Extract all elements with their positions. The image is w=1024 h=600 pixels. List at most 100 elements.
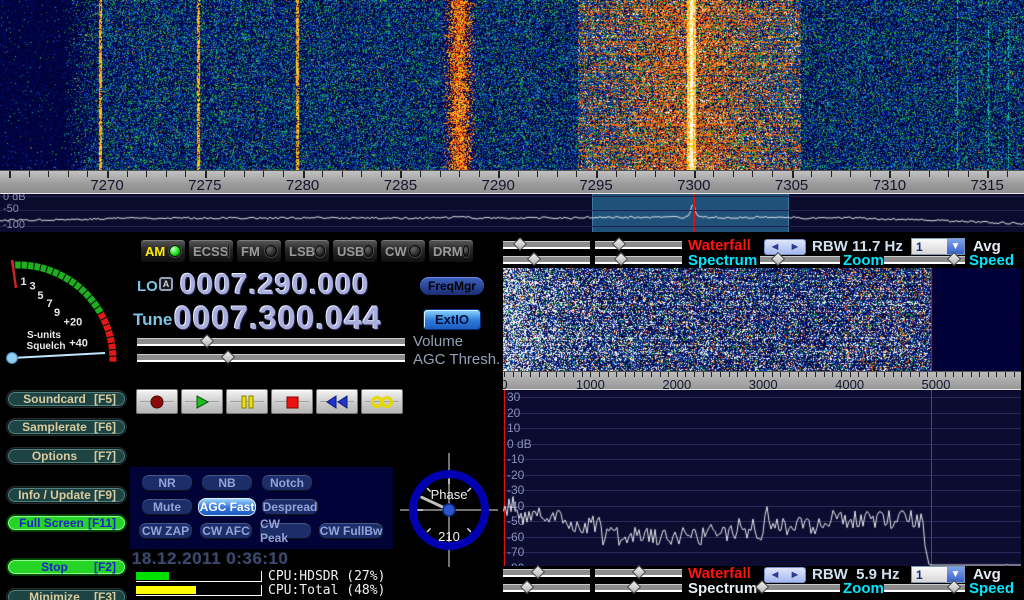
mode-button-ecss[interactable]: ECSS bbox=[188, 239, 234, 263]
samplerate-button[interactable]: Samplerate[F6] bbox=[7, 419, 126, 435]
svg-text:3: 3 bbox=[29, 280, 35, 292]
rbw-spin-control[interactable]: ◄► bbox=[764, 567, 806, 583]
mode-led bbox=[315, 245, 325, 257]
despread-button[interactable]: Despread bbox=[261, 498, 319, 516]
agc-threshold-slider[interactable] bbox=[137, 354, 405, 362]
lo-frequency-display[interactable]: 0007.290.000 bbox=[180, 269, 369, 302]
scale-tick bbox=[1014, 372, 1015, 377]
brightness-slider-2[interactable] bbox=[595, 256, 682, 264]
scale-tick bbox=[576, 171, 577, 177]
full-screen-button[interactable]: Full Screen[F11] bbox=[7, 515, 126, 531]
db-gridline bbox=[0, 196, 1024, 197]
contrast-slider[interactable] bbox=[503, 569, 590, 577]
scale-tick bbox=[361, 171, 362, 177]
scale-tick bbox=[146, 171, 147, 177]
mode-led bbox=[463, 245, 469, 257]
nr-button[interactable]: NR bbox=[141, 474, 193, 492]
speed-slider[interactable] bbox=[884, 584, 965, 592]
arrow-right-icon[interactable]: ► bbox=[790, 241, 801, 253]
info-update-button[interactable]: Info / Update[F9] bbox=[7, 487, 126, 503]
scale-tick bbox=[674, 171, 675, 177]
scale-tick bbox=[660, 372, 661, 377]
volume-slider[interactable] bbox=[137, 338, 405, 346]
scale-tick bbox=[185, 171, 186, 177]
mode-button-fm[interactable]: FM bbox=[236, 239, 282, 263]
minimize-button[interactable]: Minimize[F3] bbox=[7, 589, 126, 600]
scale-tick bbox=[919, 372, 920, 377]
scale-tick bbox=[811, 171, 812, 177]
soundcard-button[interactable]: Soundcard[F5] bbox=[7, 391, 126, 407]
db-gridline bbox=[0, 226, 1024, 227]
arrow-left-icon[interactable]: ◄ bbox=[770, 241, 781, 253]
mode-button-drm[interactable]: DRM bbox=[428, 239, 474, 263]
play-button[interactable] bbox=[181, 389, 223, 414]
freqmgr-button[interactable]: FreqMgr bbox=[420, 277, 484, 295]
scale-tick bbox=[634, 372, 635, 377]
cw-fullbw-button[interactable]: CW FullBw bbox=[318, 522, 384, 540]
scale-tick bbox=[655, 171, 656, 177]
speed-slider[interactable] bbox=[884, 256, 965, 264]
brightness-slider[interactable] bbox=[595, 569, 682, 577]
stop-icon bbox=[282, 394, 302, 410]
record-button[interactable] bbox=[136, 389, 178, 414]
mode-button-usb[interactable]: USB bbox=[332, 239, 378, 263]
audio-display-controls: Waterfall◄►RBW 5.9 Hz1▼AvgSpectrumZoomSp… bbox=[503, 565, 1021, 596]
rf-spectrum-display[interactable]: 0 dB-50-100 bbox=[0, 194, 1024, 232]
scale-tick bbox=[746, 372, 747, 377]
contrast-slider-2[interactable] bbox=[503, 584, 590, 592]
nb-button[interactable]: NB bbox=[201, 474, 253, 492]
contrast-slider[interactable] bbox=[503, 241, 590, 249]
mode-button-lsb[interactable]: LSB bbox=[284, 239, 330, 263]
extio-button[interactable]: ExtIO bbox=[423, 309, 481, 330]
scale-tick bbox=[459, 171, 460, 177]
svg-text:S-units: S-units bbox=[27, 330, 61, 341]
rbw-spin-control[interactable]: ◄► bbox=[764, 239, 806, 255]
mute-button[interactable]: Mute bbox=[141, 498, 193, 516]
scale-tick bbox=[166, 171, 167, 177]
scale-tick bbox=[651, 372, 652, 377]
chevron-down-icon[interactable]: ▼ bbox=[947, 567, 964, 582]
contrast-slider-2[interactable] bbox=[503, 256, 590, 264]
loop-icon bbox=[370, 394, 394, 410]
scale-tick bbox=[909, 171, 910, 177]
arrow-left-icon[interactable]: ◄ bbox=[770, 569, 781, 581]
scale-tick bbox=[953, 372, 954, 377]
mode-button-cw[interactable]: CW bbox=[380, 239, 426, 263]
scale-tick bbox=[979, 372, 980, 377]
db-label: -100 bbox=[3, 219, 25, 231]
mode-button-am[interactable]: AM bbox=[140, 239, 186, 263]
lo-mode-badge[interactable]: A bbox=[159, 277, 173, 291]
stop-button[interactable]: Stop[F2] bbox=[7, 559, 126, 575]
agc-fast-button[interactable]: AGC Fast bbox=[198, 498, 256, 516]
audio-waterfall-display[interactable] bbox=[503, 268, 1021, 371]
cw-afc-button[interactable]: CW AFC bbox=[199, 522, 253, 540]
audio-frequency-scale[interactable]: 010002000300040005000 bbox=[503, 371, 1021, 390]
scale-tick bbox=[713, 171, 714, 177]
stop-button[interactable] bbox=[271, 389, 313, 414]
scale-label: 5000 bbox=[922, 377, 951, 390]
avg-select[interactable]: 1▼ bbox=[911, 238, 965, 255]
brightness-slider-2[interactable] bbox=[595, 584, 682, 592]
svg-text:5: 5 bbox=[37, 290, 43, 302]
audio-spectrum-display[interactable]: 3020100 dB-10-20-30-40-50-60-70-80 bbox=[503, 390, 1021, 566]
scale-label: 7280 bbox=[286, 177, 319, 194]
phase-indicator[interactable]: Phase210 bbox=[400, 453, 498, 567]
rewind-button[interactable] bbox=[316, 389, 358, 414]
chevron-down-icon[interactable]: ▼ bbox=[947, 239, 964, 254]
cw-zap-button[interactable]: CW ZAP bbox=[138, 522, 193, 540]
avg-select[interactable]: 1▼ bbox=[911, 566, 965, 583]
rf-frequency-scale[interactable]: 7270727572807285729072957300730573107315 bbox=[0, 170, 1024, 194]
tune-frequency-display[interactable]: 0007.300.044 bbox=[174, 300, 382, 337]
loop-button[interactable] bbox=[361, 389, 403, 414]
brightness-slider[interactable] bbox=[595, 241, 682, 249]
rf-waterfall-display[interactable] bbox=[0, 0, 1024, 170]
svg-text:7: 7 bbox=[46, 298, 52, 310]
notch-button[interactable]: Notch bbox=[261, 474, 313, 492]
arrow-right-icon[interactable]: ► bbox=[790, 569, 801, 581]
pause-icon bbox=[237, 394, 257, 410]
zoom-slider[interactable] bbox=[760, 584, 840, 592]
options-button[interactable]: Options[F7] bbox=[7, 448, 126, 464]
zoom-slider[interactable] bbox=[760, 256, 840, 264]
pause-button[interactable] bbox=[226, 389, 268, 414]
cw-peak-button[interactable]: CW Peak bbox=[259, 522, 312, 540]
